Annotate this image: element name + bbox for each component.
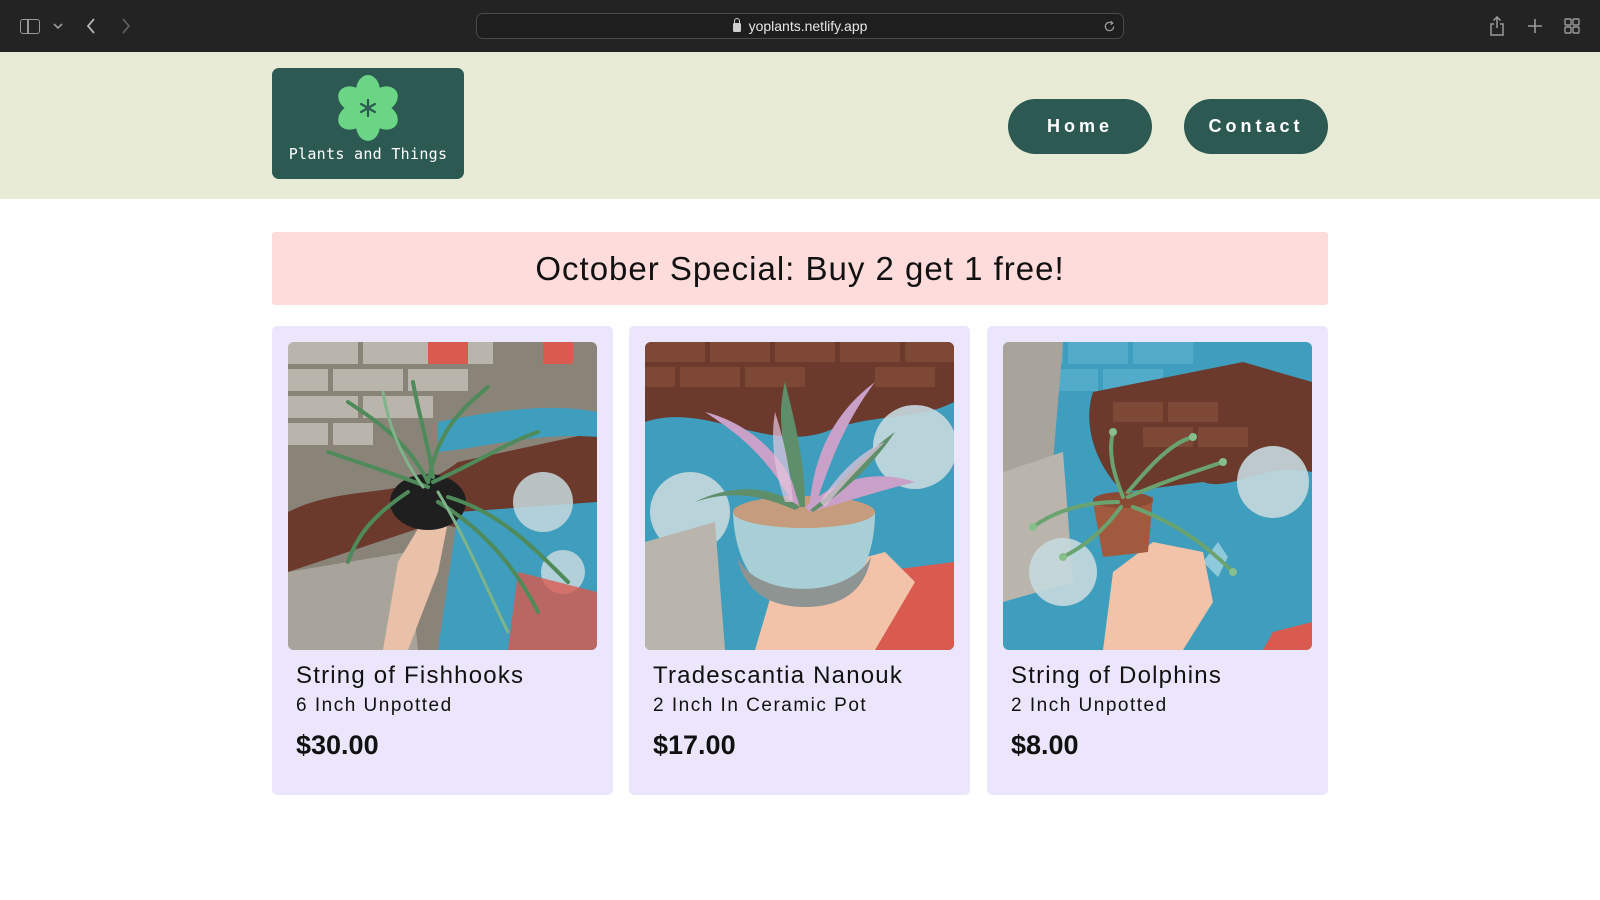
flower-icon bbox=[338, 75, 398, 141]
logo-text: Plants and Things bbox=[288, 145, 448, 163]
promo-text: October Special: Buy 2 get 1 free! bbox=[535, 249, 1065, 287]
product-price: $30.00 bbox=[296, 730, 379, 760]
plus-icon[interactable] bbox=[1524, 14, 1546, 38]
browser-toolbar: yoplants.netlify.app bbox=[0, 0, 1600, 52]
lock-icon bbox=[732, 17, 741, 32]
product-name[interactable]: String of Fishhooks bbox=[296, 662, 524, 690]
product-size: 6 Inch Unpotted bbox=[296, 695, 453, 716]
logo[interactable]: Plants and Things bbox=[272, 68, 464, 179]
sidebar-icon[interactable] bbox=[18, 14, 42, 38]
url-text: yoplants.netlify.app bbox=[748, 18, 868, 34]
product-photo[interactable] bbox=[288, 342, 597, 650]
product-price: $8.00 bbox=[1011, 730, 1079, 760]
share-icon[interactable] bbox=[1486, 14, 1508, 38]
nav-contact-button[interactable]: Contact bbox=[1184, 99, 1328, 154]
reload-icon[interactable] bbox=[1101, 18, 1117, 34]
product-card[interactable]: Tradescantia Nanouk 2 Inch In Ceramic Po… bbox=[629, 326, 970, 795]
product-photo[interactable] bbox=[1003, 342, 1312, 650]
site-header: Plants and Things Home Contact bbox=[0, 52, 1600, 199]
product-size: 2 Inch In Ceramic Pot bbox=[653, 695, 868, 716]
promo-banner: October Special: Buy 2 get 1 free! bbox=[272, 232, 1328, 305]
back-arrow-icon[interactable] bbox=[80, 14, 102, 38]
product-price: $17.00 bbox=[653, 730, 736, 760]
product-card[interactable]: String of Fishhooks 6 Inch Unpotted $30.… bbox=[272, 326, 613, 795]
product-name[interactable]: Tradescantia Nanouk bbox=[653, 662, 903, 690]
product-card[interactable]: String of Dolphins 2 Inch Unpotted $8.00 bbox=[987, 326, 1328, 795]
nav-home-button[interactable]: Home bbox=[1008, 99, 1152, 154]
product-size: 2 Inch Unpotted bbox=[1011, 695, 1168, 716]
forward-arrow-icon[interactable] bbox=[115, 14, 137, 38]
address-bar[interactable]: yoplants.netlify.app bbox=[476, 13, 1124, 39]
product-photo[interactable] bbox=[645, 342, 954, 650]
chevron-down-icon[interactable] bbox=[50, 14, 66, 38]
tab-grid-icon[interactable] bbox=[1561, 14, 1583, 38]
product-name[interactable]: String of Dolphins bbox=[1011, 662, 1222, 690]
